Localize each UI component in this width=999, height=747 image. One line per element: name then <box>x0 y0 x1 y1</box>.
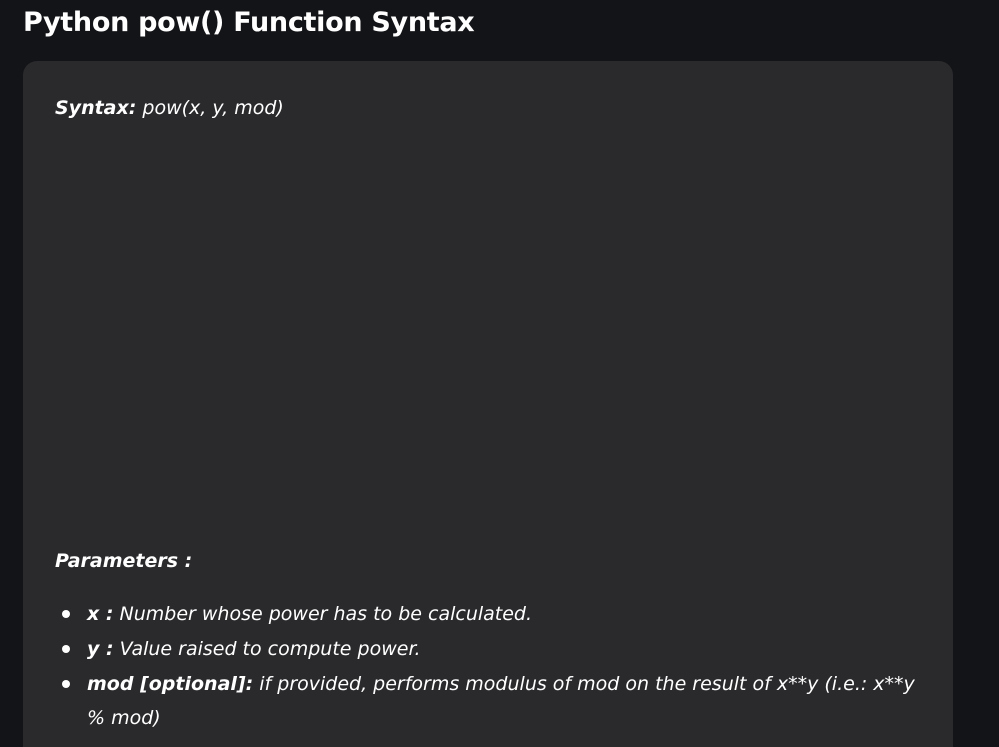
list-item: x : Number whose power has to be calcula… <box>55 597 915 631</box>
bullet-icon <box>62 680 70 688</box>
syntax-label: Syntax: <box>55 97 137 119</box>
list-item: mod [optional]: if provided, performs mo… <box>55 667 915 735</box>
syntax-card: Syntax: pow(x, y, mod) Parameters : x : … <box>23 61 953 747</box>
page-title: Python pow() Function Syntax <box>23 7 475 38</box>
syntax-line: Syntax: pow(x, y, mod) <box>55 97 284 119</box>
parameter-term: y : <box>87 638 114 660</box>
parameters-list: x : Number whose power has to be calcula… <box>55 597 915 736</box>
parameter-description: Number whose power has to be calculated. <box>119 603 533 625</box>
parameter-term: x : <box>87 603 114 625</box>
page: Python pow() Function Syntax Syntax: pow… <box>0 0 999 747</box>
parameter-term: mod [optional]: <box>87 673 254 695</box>
bullet-icon <box>62 610 70 618</box>
bullet-icon <box>62 645 70 653</box>
parameters-heading: Parameters : <box>55 550 193 572</box>
list-item: y : Value raised to compute power. <box>55 632 915 666</box>
syntax-signature: pow(x, y, mod) <box>142 97 284 119</box>
parameter-description: Value raised to compute power. <box>119 638 421 660</box>
